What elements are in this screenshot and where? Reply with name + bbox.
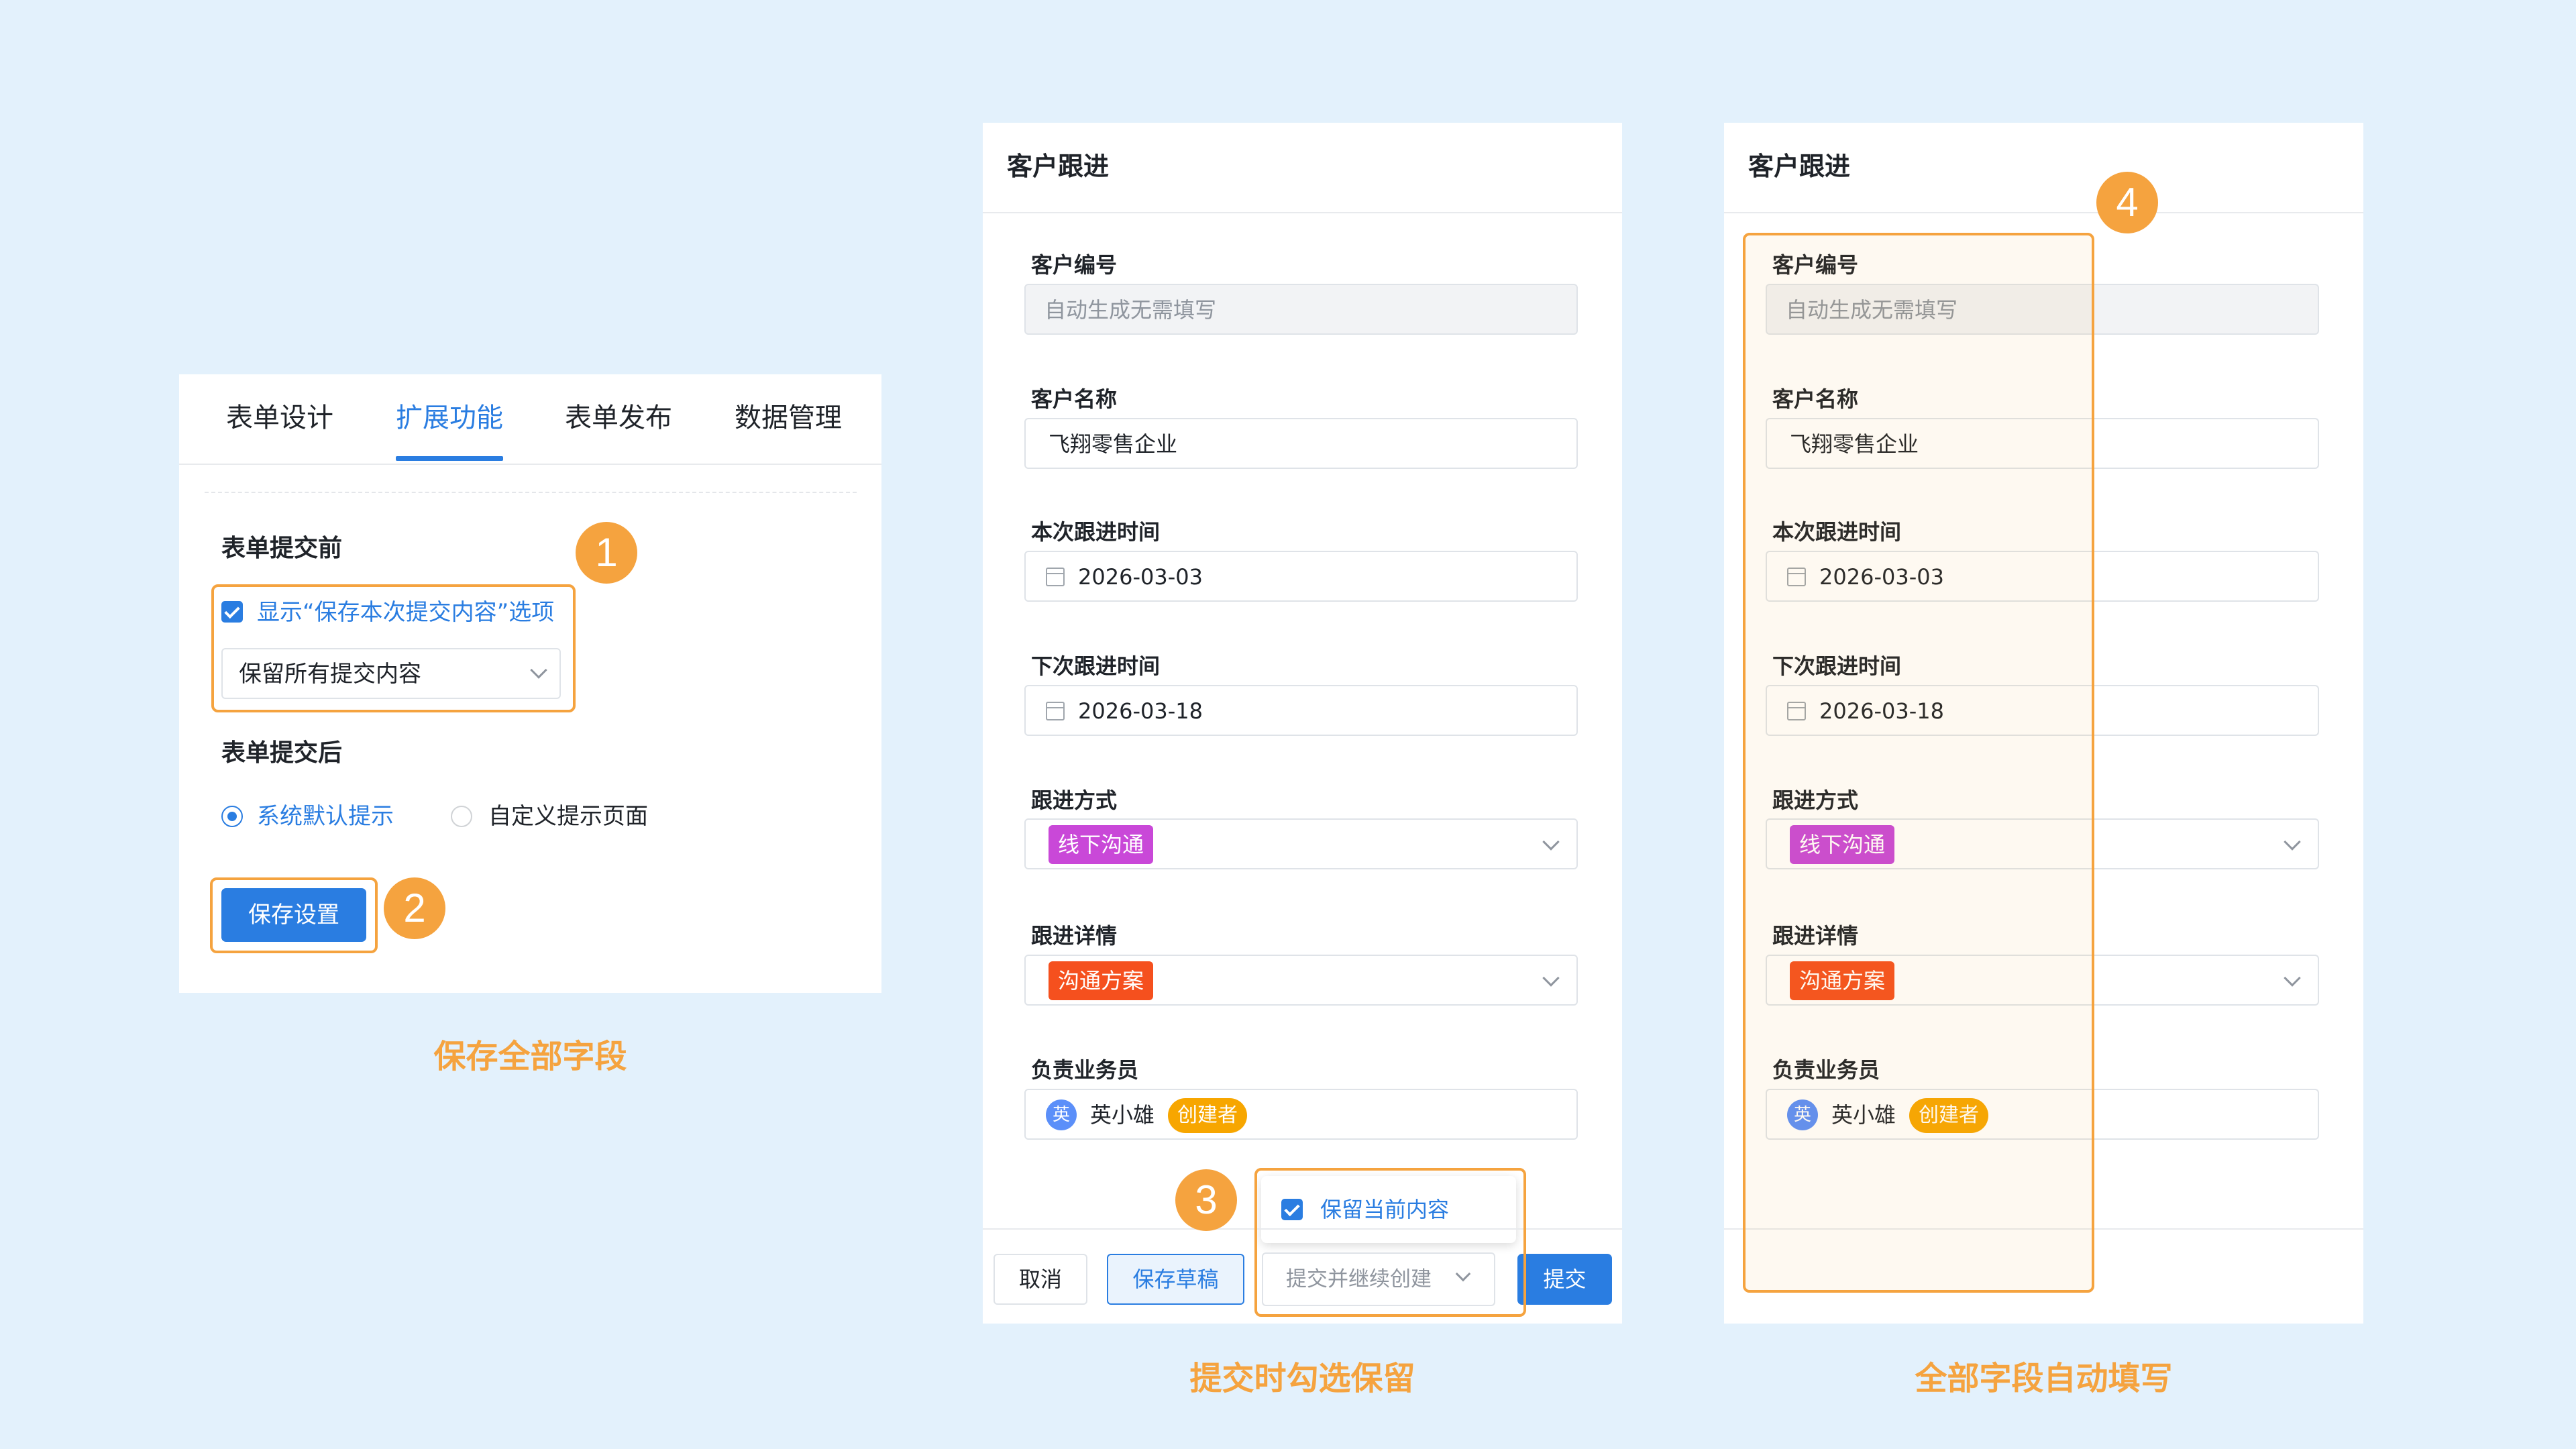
tab-form-design[interactable]: 表单设计 (226, 401, 333, 435)
tab-extensions[interactable]: 扩展功能 (396, 401, 503, 435)
tab-data-management[interactable]: 数据管理 (735, 401, 842, 435)
label-customer-no: 客户编号 (1031, 252, 1118, 278)
step-badge-1: 1 (576, 522, 637, 584)
tab-form-publish[interactable]: 表单发布 (565, 401, 672, 435)
calendar-icon (1046, 568, 1065, 586)
highlight-box-2 (210, 877, 378, 953)
label-detail: 跟进详情 (1031, 923, 1118, 949)
customer-no-input: 自动生成无需填写 (1024, 284, 1578, 335)
owner-input[interactable]: 英 英小雄 创建者 (1024, 1089, 1578, 1140)
customer-no-placeholder: 自动生成无需填写 (1044, 297, 1217, 323)
form-settings-panel: 表单设计 扩展功能 表单发布 数据管理 表单提交前 显示“保存本次提交内容”选项… (179, 374, 881, 993)
before-submit-title: 表单提交前 (221, 535, 343, 562)
chevron-down-icon (1542, 969, 1560, 987)
chevron-down-icon (2284, 969, 2301, 987)
label-follow-time: 本次跟进时间 (1031, 519, 1161, 545)
creator-badge: 创建者 (1168, 1098, 1247, 1133)
form-header: 客户跟进 (1724, 123, 2363, 213)
radio-custom-page-label: 自定义提示页面 (488, 803, 648, 830)
calendar-icon (1046, 702, 1065, 720)
detail-tag: 沟通方案 (1049, 961, 1154, 1000)
method-tag: 线下沟通 (1049, 825, 1154, 864)
detail-select[interactable]: 沟通方案 (1024, 955, 1578, 1006)
submit-button[interactable]: 提交 (1517, 1254, 1612, 1305)
chevron-down-icon (1542, 833, 1560, 851)
form-title: 客户跟进 (1007, 152, 1110, 181)
radio-default-prompt-label: 系统默认提示 (257, 803, 394, 830)
step-badge-2: 2 (384, 877, 445, 939)
customer-name-input[interactable]: 飞翔零售企业 (1024, 418, 1578, 469)
chevron-down-icon (2284, 833, 2301, 851)
customer-followup-form-autofilled: 客户跟进 客户编号 自动生成无需填写 客户名称 飞翔零售企业 本次跟进时间 20… (1724, 123, 2363, 1324)
follow-time-input[interactable]: 2026-03-03 (1024, 551, 1578, 602)
customer-followup-form: 客户跟进 客户编号 自动生成无需填写 客户名称 飞翔零售企业 本次跟进时间 20… (983, 123, 1622, 1324)
cancel-button[interactable]: 取消 (994, 1254, 1087, 1305)
method-select[interactable]: 线下沟通 (1024, 818, 1578, 869)
next-time-value: 2026-03-18 (1078, 698, 1203, 724)
caption-check-keep: 提交时勾选保留 (1189, 1360, 1415, 1397)
highlight-box-3 (1254, 1168, 1526, 1317)
divider (205, 492, 857, 493)
step-badge-4: 4 (2096, 172, 2158, 233)
form-header: 客户跟进 (983, 123, 1622, 213)
follow-time-value: 2026-03-03 (1078, 564, 1203, 590)
label-owner: 负责业务员 (1031, 1057, 1139, 1083)
active-tab-indicator (396, 456, 503, 461)
label-method: 跟进方式 (1031, 788, 1118, 813)
avatar: 英 (1046, 1099, 1077, 1130)
next-time-input[interactable]: 2026-03-18 (1024, 685, 1578, 736)
caption-autofill: 全部字段自动填写 (1915, 1360, 2173, 1397)
caption-save-all-fields: 保存全部字段 (433, 1038, 627, 1075)
save-draft-button[interactable]: 保存草稿 (1107, 1254, 1244, 1305)
owner-name: 英小雄 (1090, 1102, 1155, 1128)
customer-name-value: 飞翔零售企业 (1049, 431, 1178, 457)
settings-tabs: 表单设计 扩展功能 表单发布 数据管理 (179, 374, 881, 465)
label-next-time: 下次跟进时间 (1031, 653, 1161, 679)
radio-custom-page[interactable] (451, 806, 472, 827)
highlight-box-4 (1743, 233, 2094, 1293)
label-customer-name: 客户名称 (1031, 386, 1118, 412)
after-submit-title: 表单提交后 (221, 739, 343, 767)
radio-default-prompt[interactable] (221, 806, 243, 827)
highlight-box-1 (211, 584, 576, 712)
form-title: 客户跟进 (1748, 152, 1851, 181)
step-badge-3: 3 (1175, 1169, 1237, 1231)
